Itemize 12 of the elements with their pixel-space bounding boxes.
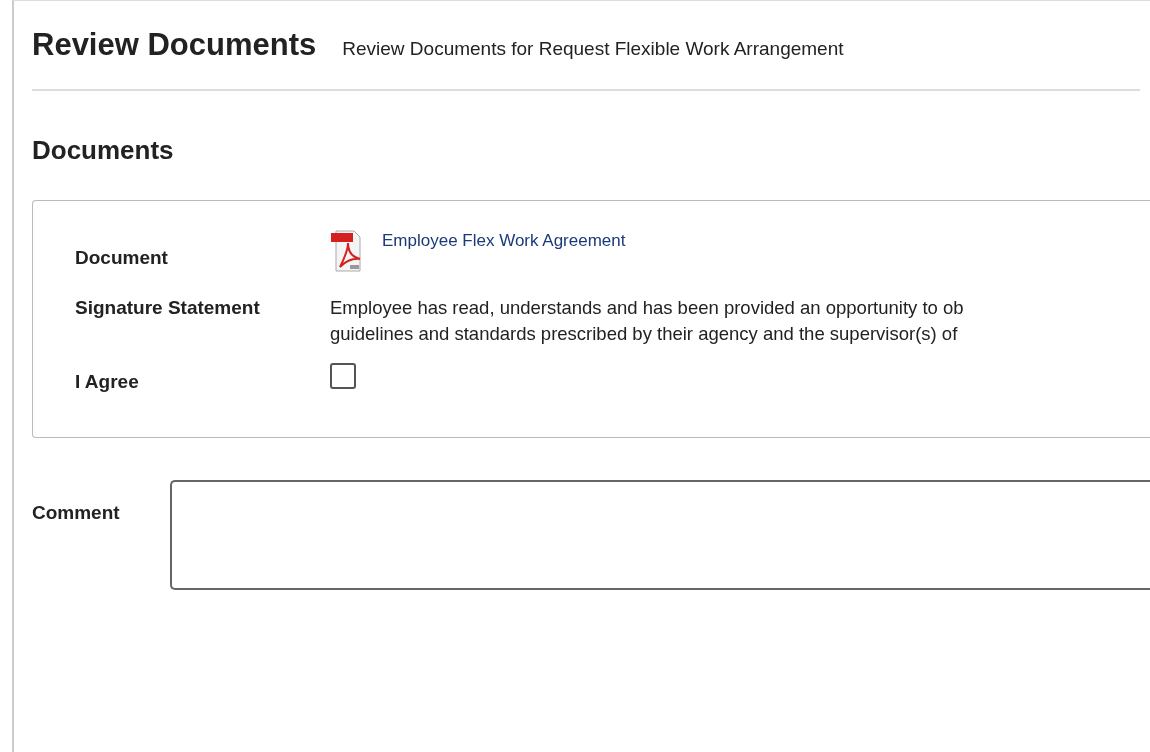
page-title: Review Documents <box>32 27 317 63</box>
comment-field[interactable] <box>170 480 1150 590</box>
field-label: Signature Statement <box>75 296 261 319</box>
field-label: I Agree <box>75 370 140 393</box>
field-label: Document <box>75 246 169 269</box>
signature-statement: Employee has read, understands and has been provided an opportunity to ob guidelines and standards prescribed by their agency and the supervisor(s) of <box>330 296 965 346</box>
section-title: Documents <box>32 135 175 166</box>
pdf-file-icon <box>330 227 364 273</box>
comment-label: Comment <box>32 501 121 525</box>
document-link[interactable]: Employee Flex Work Agreement <box>382 227 626 251</box>
page-subtitle: Review Documents for Request Flexible Work Arrangement <box>342 38 844 60</box>
agree-checkbox[interactable] <box>330 363 356 389</box>
